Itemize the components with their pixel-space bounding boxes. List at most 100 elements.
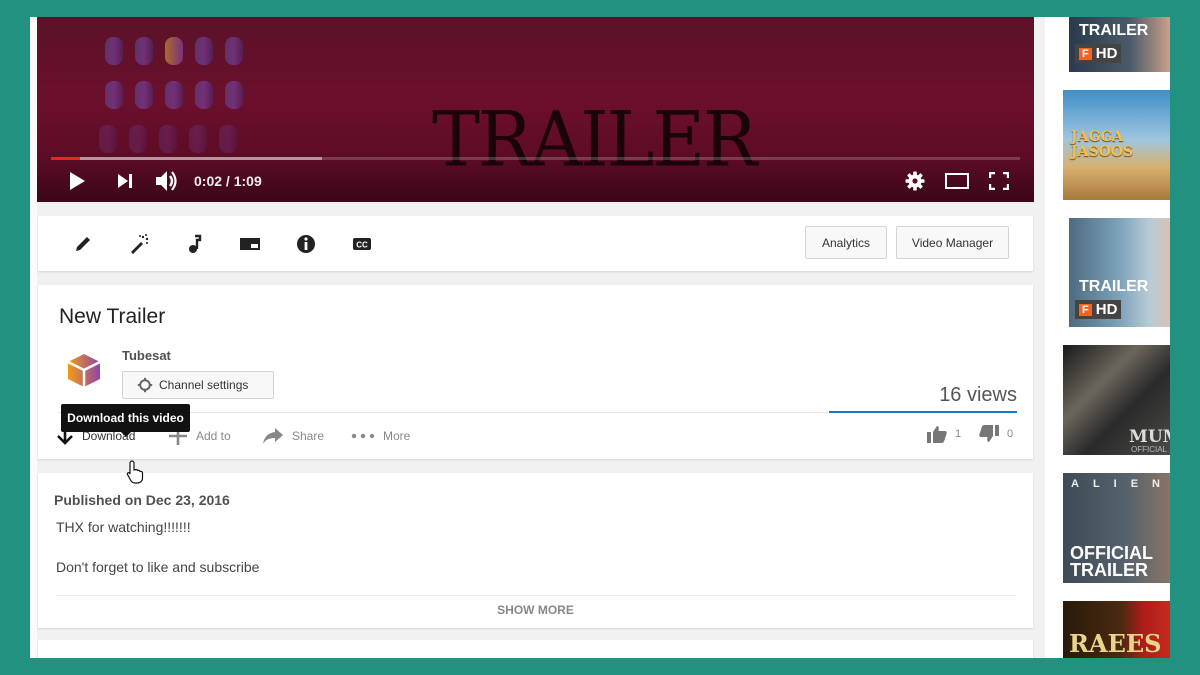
thumbs-up-icon bbox=[927, 426, 947, 443]
subtitles-button[interactable]: CC bbox=[350, 232, 374, 256]
channel-settings-button[interactable]: Channel settings bbox=[122, 371, 274, 399]
progress-played bbox=[51, 157, 81, 160]
thumbnail-label: MUMMY bbox=[1129, 427, 1170, 447]
frame-art-shape bbox=[225, 81, 243, 109]
info-button[interactable] bbox=[294, 232, 318, 256]
frame-art-shape bbox=[159, 125, 177, 153]
enhance-button[interactable] bbox=[127, 232, 151, 256]
related-video-thumbnail[interactable]: RAEES bbox=[1063, 601, 1170, 658]
show-more-button[interactable]: SHOW MORE bbox=[38, 603, 1033, 617]
download-tooltip: Download this video bbox=[61, 404, 190, 437]
audio-icon bbox=[189, 234, 202, 253]
description-line: THX for watching!!!!!!! bbox=[56, 519, 191, 535]
frame-art-shape bbox=[195, 81, 213, 109]
related-video-thumbnail[interactable]: TRAILER F HD bbox=[1069, 17, 1170, 72]
video-info-card: New Trailer Tubesat Channel settings 16 … bbox=[38, 285, 1033, 459]
frame-art-shape bbox=[129, 125, 147, 153]
divider bbox=[56, 595, 1016, 596]
comments-card bbox=[38, 640, 1033, 658]
video-manager-button[interactable]: Video Manager bbox=[896, 226, 1009, 259]
progress-buffered bbox=[51, 157, 323, 160]
share-icon bbox=[263, 428, 283, 444]
frame-art-shape bbox=[189, 125, 207, 153]
like-button[interactable]: 1 bbox=[927, 425, 961, 443]
settings-button[interactable] bbox=[903, 167, 927, 195]
volume-button[interactable] bbox=[152, 167, 182, 195]
more-dots-icon bbox=[351, 433, 375, 439]
thumbnail-toplabel: ALIEN bbox=[1071, 478, 1170, 490]
frame-art-shape bbox=[99, 125, 117, 153]
video-player[interactable]: TRAILER 0:02 / 1:09 bbox=[37, 17, 1034, 202]
frame-art-shape bbox=[135, 37, 153, 65]
more-label: More bbox=[383, 429, 411, 443]
action-bar: Download Add to Share More 1 0 bbox=[52, 423, 1022, 453]
publish-date: Published on Dec 23, 2016 bbox=[54, 492, 230, 508]
volume-icon bbox=[156, 171, 177, 191]
thumbnail-label: TRAILER bbox=[1079, 22, 1149, 39]
time-separator: / bbox=[222, 173, 234, 189]
more-button[interactable]: More bbox=[351, 423, 410, 449]
app-window: TRAILER 0:02 / 1:09 CC Analytics Video M… bbox=[30, 17, 1170, 658]
thumbnail-label: OFFICIAL TRAILER bbox=[1070, 543, 1153, 580]
hd-badge: F HD bbox=[1075, 300, 1122, 319]
frame-art-shape bbox=[105, 81, 123, 109]
audio-button[interactable] bbox=[183, 232, 207, 256]
progress-bar[interactable] bbox=[51, 157, 1020, 160]
time-display: 0:02 / 1:09 bbox=[194, 173, 262, 189]
cube-logo-icon bbox=[67, 354, 101, 387]
video-frame-art bbox=[99, 17, 255, 157]
time-current: 0:02 bbox=[194, 173, 223, 189]
video-title: New Trailer bbox=[59, 305, 166, 328]
view-count: 16 views bbox=[939, 384, 1017, 406]
time-total: 1:09 bbox=[233, 173, 262, 189]
share-label: Share bbox=[292, 429, 325, 443]
enhance-icon bbox=[131, 234, 149, 254]
channel-name[interactable]: Tubesat bbox=[122, 348, 171, 363]
analytics-button[interactable]: Analytics bbox=[805, 226, 887, 259]
like-ratio-bar bbox=[829, 411, 1017, 413]
next-button[interactable] bbox=[113, 167, 137, 195]
frame-art-shape bbox=[219, 125, 237, 153]
gear-icon bbox=[137, 377, 153, 393]
thumbnail-label: JAGGA JASOOS bbox=[1071, 129, 1134, 160]
frame-art-shape bbox=[195, 37, 213, 65]
related-video-thumbnail[interactable]: ALIEN OFFICIAL TRAILER bbox=[1063, 473, 1170, 583]
edit-button[interactable] bbox=[71, 232, 95, 256]
hd-badge-label: HD bbox=[1095, 45, 1118, 62]
thumbs-down-icon bbox=[979, 425, 999, 442]
fullscreen-icon bbox=[989, 172, 1009, 190]
fullscreen-button[interactable] bbox=[987, 167, 1011, 195]
hd-badge-label: HD bbox=[1095, 301, 1118, 318]
share-button[interactable]: Share bbox=[262, 423, 324, 449]
end-screen-icon bbox=[240, 238, 260, 250]
svg-text:CC: CC bbox=[356, 241, 368, 250]
related-video-thumbnail[interactable]: MUMMY OFFICIAL T bbox=[1063, 345, 1170, 455]
play-button[interactable] bbox=[65, 167, 89, 195]
play-icon bbox=[70, 172, 85, 190]
edit-icon bbox=[76, 237, 90, 251]
frame-art-shape bbox=[165, 81, 183, 109]
next-icon bbox=[118, 174, 132, 188]
left-edge bbox=[30, 17, 37, 658]
channel-avatar[interactable] bbox=[66, 352, 102, 388]
frame-art-shape bbox=[135, 81, 153, 109]
player-controls: 0:02 / 1:09 bbox=[37, 167, 1034, 197]
info-icon bbox=[297, 235, 315, 253]
frame-art-shape bbox=[105, 37, 123, 65]
hd-badge: F HD bbox=[1075, 44, 1122, 63]
like-count: 1 bbox=[955, 428, 962, 440]
hand-cursor-icon bbox=[126, 460, 146, 489]
end-screen-button[interactable] bbox=[238, 232, 262, 256]
add-to-label: Add to bbox=[196, 429, 231, 443]
dislike-count: 0 bbox=[1007, 428, 1014, 440]
creator-toolbar: CC Analytics Video Manager bbox=[38, 216, 1033, 271]
settings-icon bbox=[905, 171, 925, 191]
theater-mode-button[interactable] bbox=[943, 167, 971, 195]
channel-settings-label: Channel settings bbox=[159, 378, 249, 392]
thumbnail-sublabel: OFFICIAL T bbox=[1131, 445, 1167, 455]
thumbnail-label: RAEES bbox=[1069, 629, 1162, 658]
related-video-thumbnail[interactable]: JAGGA JASOOS bbox=[1063, 90, 1170, 200]
theater-mode-icon bbox=[945, 173, 969, 189]
dislike-button[interactable]: 0 bbox=[979, 425, 1013, 443]
related-video-thumbnail[interactable]: TRAILER F HD bbox=[1069, 218, 1170, 327]
